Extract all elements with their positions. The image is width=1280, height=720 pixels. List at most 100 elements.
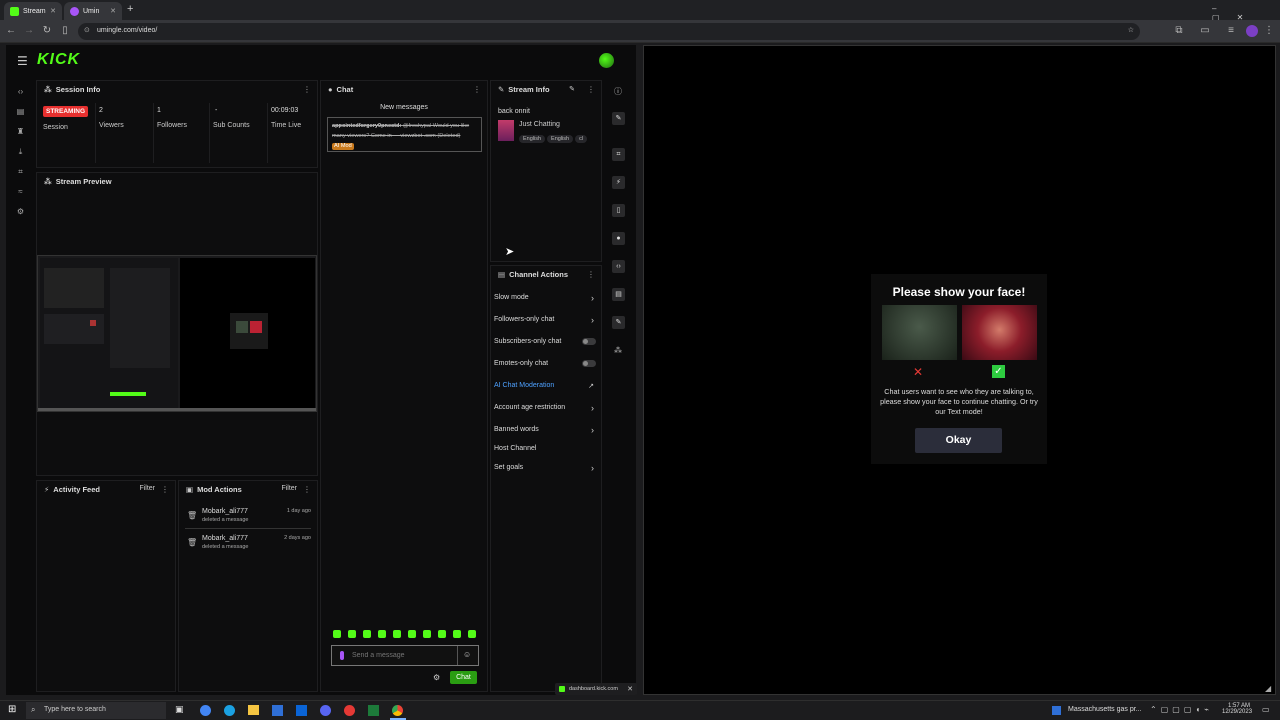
reload-icon[interactable]: ↻ <box>40 25 54 36</box>
pencil-tool-icon[interactable]: ✎ <box>612 112 625 125</box>
news-icon[interactable] <box>1052 706 1061 715</box>
session-info-menu-icon[interactable]: ⋮ <box>303 85 311 94</box>
tab-stream[interactable]: Stream ✕ <box>4 2 62 20</box>
chat-settings-icon[interactable]: ⚙ <box>433 673 440 682</box>
mic-icon[interactable] <box>340 651 344 660</box>
home-icon[interactable]: ‹› <box>16 87 25 96</box>
trophy-icon[interactable]: ♜ <box>16 127 25 136</box>
followers-only-row[interactable]: Followers-only chat › <box>494 315 600 325</box>
crop-tool-icon[interactable]: ⌗ <box>612 148 625 161</box>
user-avatar[interactable] <box>599 53 614 68</box>
site-info-icon[interactable]: ⊙ <box>84 26 90 34</box>
emote-icon[interactable] <box>348 630 356 638</box>
system-tray-icons[interactable]: ⌃▢▢▢◖⌁ <box>1150 705 1213 714</box>
mail-icon[interactable] <box>296 705 307 716</box>
windows-start-icon[interactable]: ⊞ <box>8 704 16 715</box>
profile-avatar[interactable] <box>1246 25 1258 37</box>
banned-words-row[interactable]: Banned words › <box>494 425 600 435</box>
settings-icon[interactable]: ⚙ <box>16 207 25 216</box>
channel-actions-menu-icon[interactable]: ⋮ <box>587 270 595 279</box>
resize-icon[interactable]: ◢ <box>1265 684 1271 693</box>
category-name[interactable]: Just Chatting <box>519 121 560 128</box>
okay-button[interactable]: Okay <box>915 428 1002 453</box>
chat-send-button[interactable]: Chat <box>450 671 477 684</box>
chat-input[interactable] <box>352 649 452 662</box>
news-widget-text[interactable]: Massachusetts gas pr... <box>1068 706 1142 713</box>
emote-icon[interactable] <box>438 630 446 638</box>
side-panel-icon[interactable]: ▯ <box>58 25 72 36</box>
page-tool-icon[interactable]: ▯ <box>612 204 625 217</box>
task-view-icon[interactable]: ▣ <box>175 704 184 715</box>
notifications-icon[interactable]: ▭ <box>1262 705 1270 714</box>
add-widget-icon[interactable]: ⁂ <box>614 346 622 355</box>
stream-preview-video[interactable] <box>37 255 317 412</box>
set-goals-row[interactable]: Set goals › <box>494 463 600 473</box>
subscribers-only-toggle[interactable] <box>582 338 596 345</box>
minimize-button[interactable]: – <box>1212 4 1233 13</box>
host-channel-row[interactable]: Host Channel <box>494 445 600 452</box>
activity-feed-menu-icon[interactable]: ⋮ <box>161 485 169 494</box>
subscribers-only-row[interactable]: Subscribers-only chat <box>494 338 600 345</box>
bookmark-star-icon[interactable]: ☆ <box>1128 26 1134 34</box>
wrench-tool-icon[interactable]: ✎ <box>612 316 625 329</box>
emote-icon[interactable] <box>378 630 386 638</box>
layout-tool-icon[interactable]: ▤ <box>612 288 625 301</box>
taskbar-search-box[interactable]: ⌕ Type here to search <box>26 702 166 719</box>
emotes-only-row[interactable]: Emotes-only chat <box>494 360 600 367</box>
edit-icon[interactable]: ✎ <box>569 85 575 93</box>
emote-icon[interactable] <box>453 630 461 638</box>
list-item[interactable]: 🗑 Mobark_ali777 deleted a message 1 day … <box>185 507 311 529</box>
copilot-icon[interactable] <box>200 705 211 716</box>
download-icon[interactable]: ⤓ <box>16 147 25 156</box>
hamburger-menu-icon[interactable]: ☰ <box>17 54 28 68</box>
new-tab-button[interactable]: + <box>127 3 133 15</box>
layout-icon[interactable]: ▤ <box>16 107 25 116</box>
chat-tool-icon[interactable]: ● <box>612 232 625 245</box>
tab-umingle[interactable]: Umin ✕ <box>64 2 122 20</box>
chat-message[interactable]: appointedforgery9pnectd: @freshypal Woul… <box>327 117 482 152</box>
crop-icon[interactable]: ⌗ <box>16 167 25 176</box>
obs-icon[interactable] <box>344 705 355 716</box>
popup-url-bar[interactable]: dashboard.kick.com ✕ <box>555 683 637 695</box>
forward-icon[interactable]: → <box>22 25 36 36</box>
emote-icon[interactable] <box>408 630 416 638</box>
slow-mode-row[interactable]: Slow mode › <box>494 293 600 303</box>
new-messages-divider[interactable]: New messages <box>321 104 487 111</box>
ai-chat-moderation-row[interactable]: AI Chat Moderation ↗ <box>494 382 600 390</box>
emote-icon[interactable] <box>363 630 371 638</box>
menu-kebab-icon[interactable]: ⋮ <box>1262 25 1276 36</box>
chat-message-user[interactable]: appointedforgery9pnectd: <box>332 123 401 129</box>
close-tab-icon[interactable]: ✕ <box>50 7 56 15</box>
store-icon[interactable] <box>272 705 283 716</box>
clock[interactable]: 1:57 AM 12/29/2023 <box>1222 703 1252 715</box>
close-icon[interactable]: ✕ <box>627 685 633 693</box>
extensions-icon[interactable]: ⧉ <box>1172 25 1186 36</box>
stream-info-menu-icon[interactable]: ⋮ <box>587 85 595 94</box>
emoji-icon[interactable]: ☺ <box>463 650 471 659</box>
url-bar[interactable]: ⊙ umingle.com/video/ ☆ <box>78 23 1140 40</box>
kick-logo[interactable]: KICK <box>37 51 80 69</box>
chat-menu-icon[interactable]: ⋮ <box>473 85 481 94</box>
chrome-icon[interactable] <box>392 705 403 716</box>
account-age-row[interactable]: Account age restriction › <box>494 403 600 413</box>
bolt-tool-icon[interactable]: ⚡ <box>612 176 625 189</box>
mod-actions-menu-icon[interactable]: ⋮ <box>303 485 311 494</box>
mod-filter-button[interactable]: Filter <box>281 485 297 492</box>
emote-icon[interactable] <box>423 630 431 638</box>
close-tab-icon[interactable]: ✕ <box>110 7 116 15</box>
list-item[interactable]: 🗑 Mobark_ali777 deleted a message 2 days… <box>185 534 311 556</box>
chart-icon[interactable]: ≈ <box>16 187 25 196</box>
back-icon[interactable]: ← <box>4 25 18 36</box>
excel-icon[interactable] <box>368 705 379 716</box>
emotes-only-toggle[interactable] <box>582 360 596 367</box>
discord-icon[interactable] <box>320 705 331 716</box>
info-circle-icon[interactable]: ⓘ <box>614 86 622 97</box>
code-tool-icon[interactable]: ‹› <box>612 260 625 273</box>
activity-filter-button[interactable]: Filter <box>139 485 155 492</box>
tab-search-icon[interactable]: ▭ <box>1198 25 1212 36</box>
media-icon[interactable]: ≡ <box>1224 25 1238 36</box>
file-explorer-icon[interactable] <box>248 705 259 715</box>
emote-icon[interactable] <box>333 630 341 638</box>
emote-icon[interactable] <box>468 630 476 638</box>
edge-icon[interactable] <box>224 705 235 716</box>
